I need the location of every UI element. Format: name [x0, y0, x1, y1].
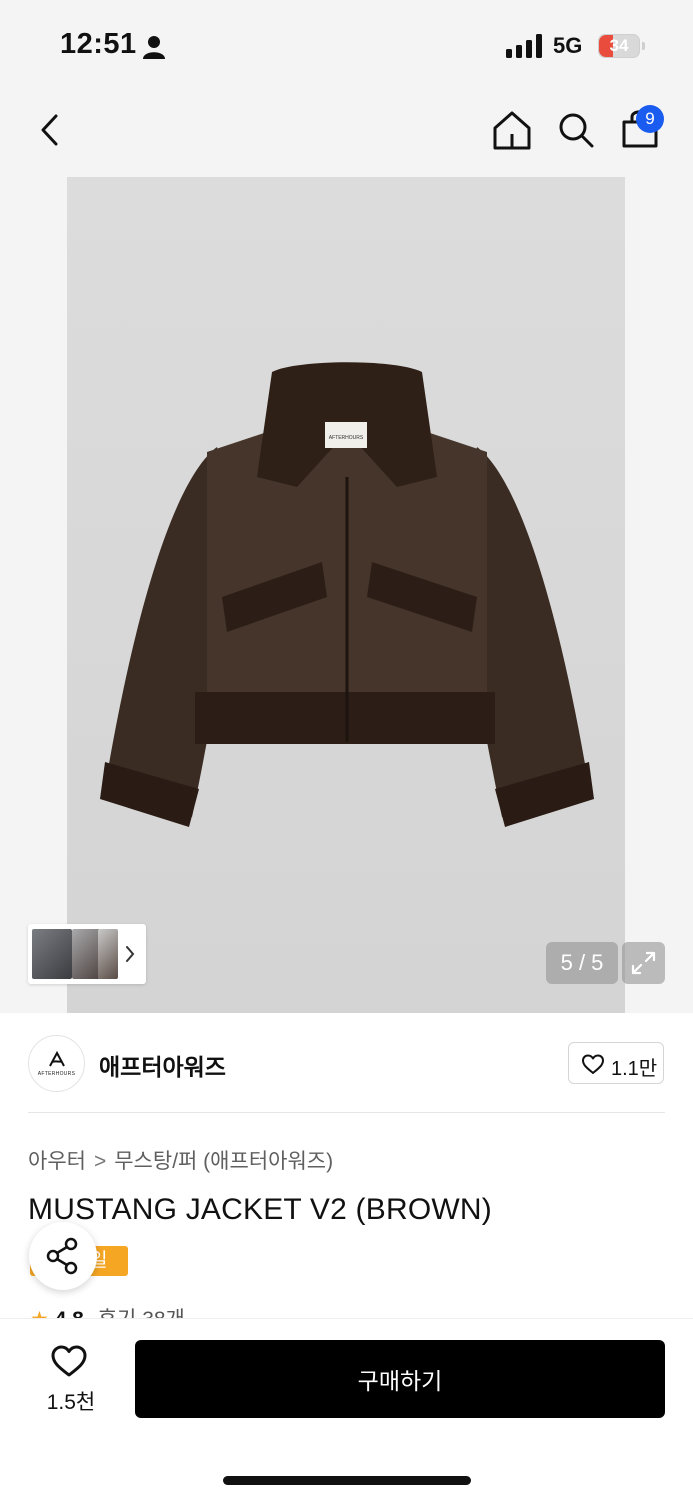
heart-icon [582, 1054, 604, 1074]
divider [28, 1112, 665, 1113]
thumbnail-1[interactable] [32, 929, 72, 979]
share-button[interactable] [29, 1222, 97, 1290]
status-time: 12:51 [60, 28, 137, 60]
image-counter: 5 / 5 [546, 942, 618, 984]
status-bar: 12:51 5G 34 [0, 0, 693, 90]
thumbnail-strip[interactable] [28, 924, 146, 984]
wishlist-count: 1.5천 [46, 1391, 96, 1414]
network-label: 5G [553, 33, 583, 58]
search-icon [559, 113, 594, 148]
jacket-label: AFTERHOURS [329, 435, 364, 441]
heart-icon [51, 1345, 87, 1377]
breadcrumb-subcategory[interactable]: 무스탕/퍼 (애프터아워즈) [114, 1150, 333, 1173]
thumbnail-3[interactable] [98, 929, 118, 979]
brand-logo-text: AFTERHOURS [37, 1071, 76, 1077]
brand-logo[interactable]: AFTERHOURS [28, 1035, 85, 1092]
breadcrumb-separator: > [93, 1150, 107, 1173]
cart-count-badge: 9 [636, 105, 664, 133]
person-icon [143, 36, 165, 59]
product-title: MUSTANG JACKET V2 (BROWN) [28, 1193, 492, 1226]
battery-tip [642, 42, 645, 50]
chevron-right-icon [126, 946, 135, 962]
brand-like-count: 1.1만 [611, 1058, 658, 1080]
home-icon [493, 111, 531, 150]
jacket-image: AFTERHOURS [100, 362, 594, 827]
expand-button[interactable] [622, 942, 665, 984]
expand-icon [631, 951, 656, 975]
back-button[interactable] [32, 108, 72, 152]
signal-icon [506, 34, 542, 58]
thumbnail-2[interactable] [72, 929, 100, 979]
brand-like-button[interactable]: 1.1만 [568, 1042, 664, 1084]
battery-level: 34 [609, 36, 629, 55]
search-button[interactable] [555, 108, 597, 152]
breadcrumb: 아우터 > 무스탕/퍼 (애프터아워즈) [28, 1145, 333, 1175]
brand-name[interactable]: 애프터아워즈 [99, 1048, 226, 1082]
buy-button[interactable]: 구매하기 [135, 1340, 665, 1418]
share-icon [46, 1237, 78, 1275]
battery-icon: 34 [598, 34, 640, 58]
chevron-left-icon [41, 114, 58, 146]
brand-logo-mark [49, 1050, 65, 1067]
breadcrumb-category[interactable]: 아우터 [28, 1150, 86, 1173]
home-button[interactable] [490, 108, 534, 152]
product-image[interactable]: AFTERHOURS [67, 177, 625, 1013]
wishlist-button[interactable]: 1.5천 [30, 1340, 112, 1420]
home-indicator [223, 1476, 471, 1485]
